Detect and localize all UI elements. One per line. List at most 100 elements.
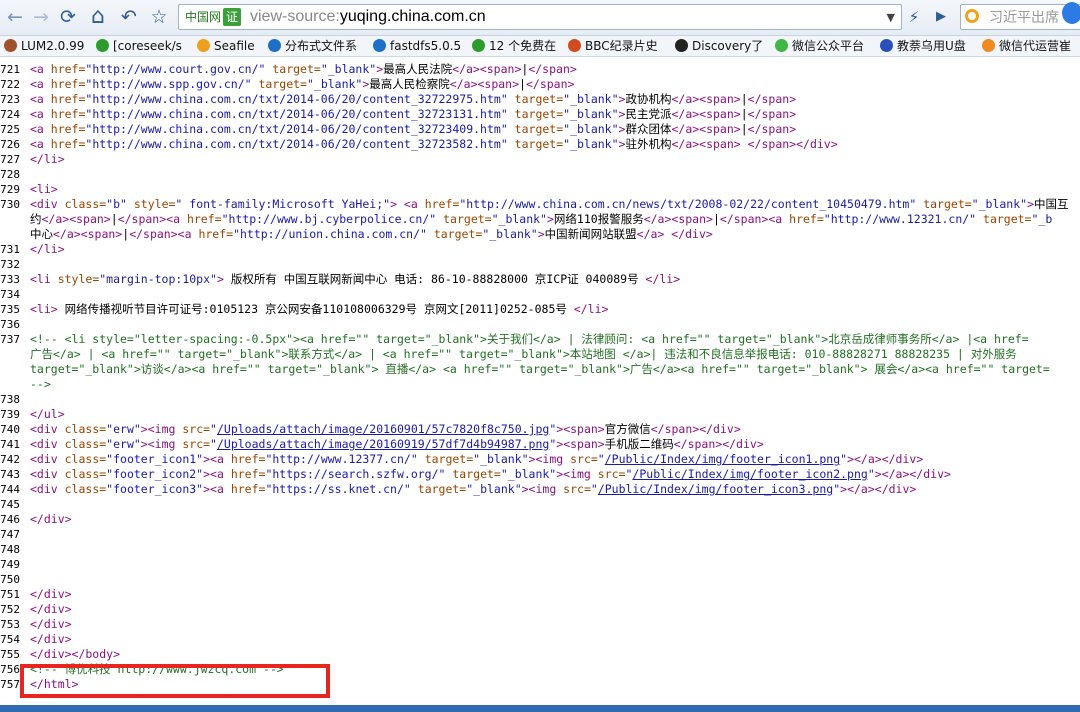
attribute-value: "http://www.12377.cn/": [265, 452, 418, 466]
attribute-value: "footer_icon1": [106, 452, 204, 466]
html-tag: ><img: [140, 437, 183, 451]
line-number: 738: [0, 393, 20, 406]
bookmark-item[interactable]: Seafile: [197, 38, 255, 54]
html-attribute: src=: [182, 437, 211, 451]
html-tag: <a: [30, 107, 51, 121]
bookmark-label: fastdfs5.0.5: [390, 39, 462, 53]
back-icon[interactable]: ←: [4, 6, 26, 28]
attribute-value: "erw": [106, 422, 141, 436]
attribute-value: "http://www.court.gov.cn/": [85, 62, 266, 76]
html-tag: </div></body>: [30, 647, 121, 661]
bookmark-item[interactable]: fastdfs5.0.5: [373, 38, 461, 54]
html-tag: </span>: [747, 107, 797, 121]
search-suggestion-text: 习近平出席: [989, 10, 1059, 26]
bookmark-item[interactable]: LUM2.0.99: [4, 38, 84, 54]
html-attribute: class=: [64, 467, 107, 481]
html-attribute: href=: [186, 212, 222, 226]
speed-mode-icon[interactable]: ⚡: [903, 6, 925, 28]
source-link[interactable]: /Uploads/attach/image/20160919/57df7d4b9…: [217, 437, 549, 451]
html-attribute: src=: [597, 467, 626, 481]
bookmark-item[interactable]: Discovery了: [675, 38, 763, 54]
attribute-value: "http://www.spp.gov.cn/": [85, 77, 252, 91]
bookmark-item[interactable]: 12 个免费在: [472, 38, 556, 54]
line-number: 737: [0, 333, 20, 346]
html-tag: </span></div>: [673, 437, 764, 451]
undo-icon[interactable]: ↶: [118, 6, 140, 28]
html-attribute: class=: [64, 482, 107, 496]
line-number: 735: [0, 303, 20, 316]
line-number: 749: [0, 558, 20, 571]
url-text[interactable]: view-source:yuqing.china.com.cn: [250, 7, 486, 27]
html-tag: <a: [30, 92, 51, 106]
source-code: 广告</a> | <a href="" target="_blank">联系方式…: [30, 347, 1017, 362]
bookmark-item[interactable]: 微信公众平台: [775, 38, 864, 54]
html-tag: </a><span>: [671, 122, 741, 136]
html-tag: </a><span>: [452, 62, 522, 76]
text-content: 网络传播视听节目许可证号:0105123 京公网安备110108006329号 …: [57, 302, 574, 316]
bookmark-label: [coreseek/s: [113, 39, 182, 53]
html-attribute: target=: [436, 212, 492, 226]
html-comment: <!-- <li style="letter-spacing:-0.5px"><…: [30, 332, 1029, 346]
source-link[interactable]: /Uploads/attach/image/20160901/57c7820f8…: [217, 422, 549, 436]
attribute-value: "_blank": [320, 62, 377, 76]
source-code: </div></body>: [30, 647, 120, 662]
html-attribute: target=: [507, 122, 564, 136]
source-code: -->: [30, 377, 51, 392]
line-number: 730: [0, 198, 20, 211]
source-code: </ul>: [30, 407, 65, 422]
html-tag: ><a: [203, 467, 231, 481]
bookmark-item[interactable]: 分布式文件系: [268, 38, 357, 54]
attribute-value: "_blank": [563, 137, 619, 151]
certificate-icon[interactable]: 证: [223, 8, 241, 26]
bookmark-label: LUM2.0.99: [21, 39, 85, 53]
bookmark-item[interactable]: 教萘乌用U盘: [880, 38, 966, 54]
source-view[interactable]: 721 <a href= "http://www.court.gov.cn/" ta…: [0, 60, 1080, 712]
line-number: 723: [0, 93, 20, 106]
line-number: 740: [0, 423, 20, 436]
html-attribute: href=: [50, 92, 86, 106]
html-tag: </span><a: [117, 212, 187, 226]
home-icon[interactable]: ⌂: [87, 6, 109, 28]
source-code: <div class="footer_icon3"><a href="https…: [30, 482, 916, 497]
attribute-value: "_blank": [971, 197, 1028, 211]
c-icon: [96, 39, 109, 52]
text-content: 群众团体: [625, 122, 672, 136]
html-attribute: src=: [570, 452, 598, 466]
attribute-value: "http://www.china.com.cn/txt/2014-06/20/…: [85, 92, 508, 106]
extension-icon[interactable]: [1062, 2, 1080, 24]
line-number: 721: [0, 63, 20, 76]
text-content: 官方微信: [604, 422, 651, 436]
attribute-value: "_blank": [466, 482, 522, 496]
line-number: 742: [0, 453, 20, 466]
bookmark-label: Discovery了: [692, 39, 764, 53]
forward-icon[interactable]: →: [30, 6, 52, 28]
address-bar[interactable]: 中国网 证 view-source:yuqing.china.com.cn ▼: [178, 4, 902, 30]
html-tag: <a: [30, 77, 51, 91]
html-attribute: target=: [507, 107, 564, 121]
bookmark-item[interactable]: 微信代运营崔: [982, 38, 1071, 54]
bookmark-item[interactable]: BBC纪录片史: [568, 38, 658, 54]
refresh-icon[interactable]: ⟳: [57, 6, 79, 28]
html-tag: >: [1027, 197, 1034, 211]
html-attribute: target=: [507, 92, 564, 106]
u-icon: [373, 39, 386, 52]
line-number: 729: [0, 183, 20, 196]
source-link[interactable]: /Public/Index/img/footer_icon1.png: [605, 452, 840, 466]
favorite-star-icon[interactable]: ☆: [148, 6, 170, 28]
html-attribute: href=: [789, 212, 824, 226]
text-content: 驻外机构: [625, 137, 672, 151]
line-number: 741: [0, 438, 20, 451]
attribute-value: "http://www.china.com.cn/news/txt/2008-0…: [459, 197, 917, 211]
u-icon: [268, 39, 281, 52]
cloud-icon: [568, 39, 581, 52]
html-tag: </li>: [645, 272, 681, 286]
source-link[interactable]: /Public/Index/img/footer_icon2.png: [632, 467, 867, 481]
attribute-value: "_blank": [563, 107, 619, 121]
bookmark-item[interactable]: [coreseek/s: [96, 38, 182, 54]
address-dropdown-icon[interactable]: ▼: [887, 8, 895, 28]
go-icon[interactable]: ▶: [930, 6, 952, 28]
attribute-value: "http://www.china.com.cn/txt/2014-06/20/…: [85, 107, 508, 121]
source-link[interactable]: /Public/Index/img/footer_icon3.png: [598, 482, 833, 496]
attribute-value: "margin-top:10px": [99, 272, 217, 286]
html-tag: </a><span>: [671, 107, 741, 121]
